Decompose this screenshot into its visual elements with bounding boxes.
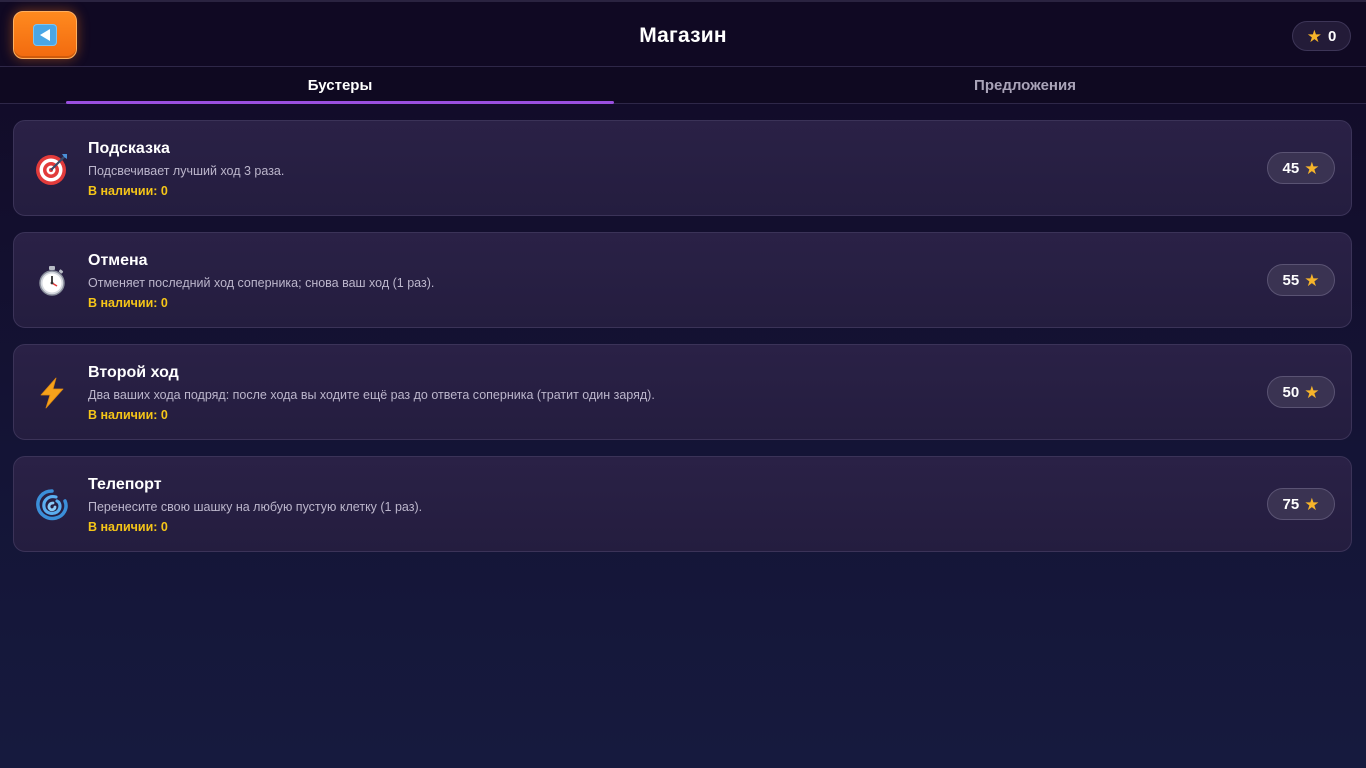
star-icon: ★ xyxy=(1304,494,1320,514)
buy-price-button[interactable]: 50 ★ xyxy=(1267,376,1335,408)
target-icon xyxy=(32,149,72,189)
buy-price-button[interactable]: 75 ★ xyxy=(1267,488,1335,520)
price-value: 50 xyxy=(1282,383,1300,401)
booster-card-undo[interactable]: Отмена Отменяет последний ход соперника;… xyxy=(13,232,1352,328)
price-value: 45 xyxy=(1282,159,1300,177)
booster-title: Второй ход xyxy=(88,364,179,381)
cyclone-icon xyxy=(32,485,72,525)
tab-offers[interactable]: Предложения xyxy=(684,67,1366,103)
header: Магазин ★ 0 xyxy=(0,0,1366,67)
star-icon: ★ xyxy=(1306,26,1322,46)
booster-description: Подсвечивает лучший ход 3 раза. xyxy=(88,164,285,178)
booster-card-teleport[interactable]: Телепорт Перенесите свою шашку на любую … xyxy=(13,456,1352,552)
booster-stock: В наличии: 0 xyxy=(88,520,168,534)
stopwatch-icon xyxy=(32,261,72,301)
stars-balance-badge: ★ 0 xyxy=(1292,21,1351,51)
page-title: Магазин xyxy=(639,24,727,47)
booster-title: Телепорт xyxy=(88,476,162,493)
tab-bar: Бустеры Предложения xyxy=(0,67,1366,104)
buy-price-button[interactable]: 45 ★ xyxy=(1267,152,1335,184)
star-icon: ★ xyxy=(1304,158,1320,178)
booster-card-hint[interactable]: Подсказка Подсвечивает лучший ход 3 раза… xyxy=(13,120,1352,216)
price-value: 75 xyxy=(1282,495,1300,513)
booster-description: Отменяет последний ход соперника; снова … xyxy=(88,276,435,290)
booster-card-second-move[interactable]: Второй ход Два ваших хода подряд: после … xyxy=(13,344,1352,440)
buy-price-button[interactable]: 55 ★ xyxy=(1267,264,1335,296)
tab-boosters[interactable]: Бустеры xyxy=(66,67,614,104)
price-value: 55 xyxy=(1282,271,1300,289)
stars-balance-value: 0 xyxy=(1327,27,1337,45)
booster-stock: В наличии: 0 xyxy=(88,296,168,310)
star-icon: ★ xyxy=(1304,270,1320,290)
booster-stock: В наличии: 0 xyxy=(88,408,168,422)
booster-title: Отмена xyxy=(88,252,148,269)
lightning-icon xyxy=(32,373,72,413)
booster-title: Подсказка xyxy=(88,140,170,157)
star-icon: ★ xyxy=(1304,382,1320,402)
booster-stock: В наличии: 0 xyxy=(88,184,168,198)
booster-description: Перенесите свою шашку на любую пустую кл… xyxy=(88,500,423,514)
booster-description: Два ваших хода подряд: после хода вы ход… xyxy=(88,388,655,402)
